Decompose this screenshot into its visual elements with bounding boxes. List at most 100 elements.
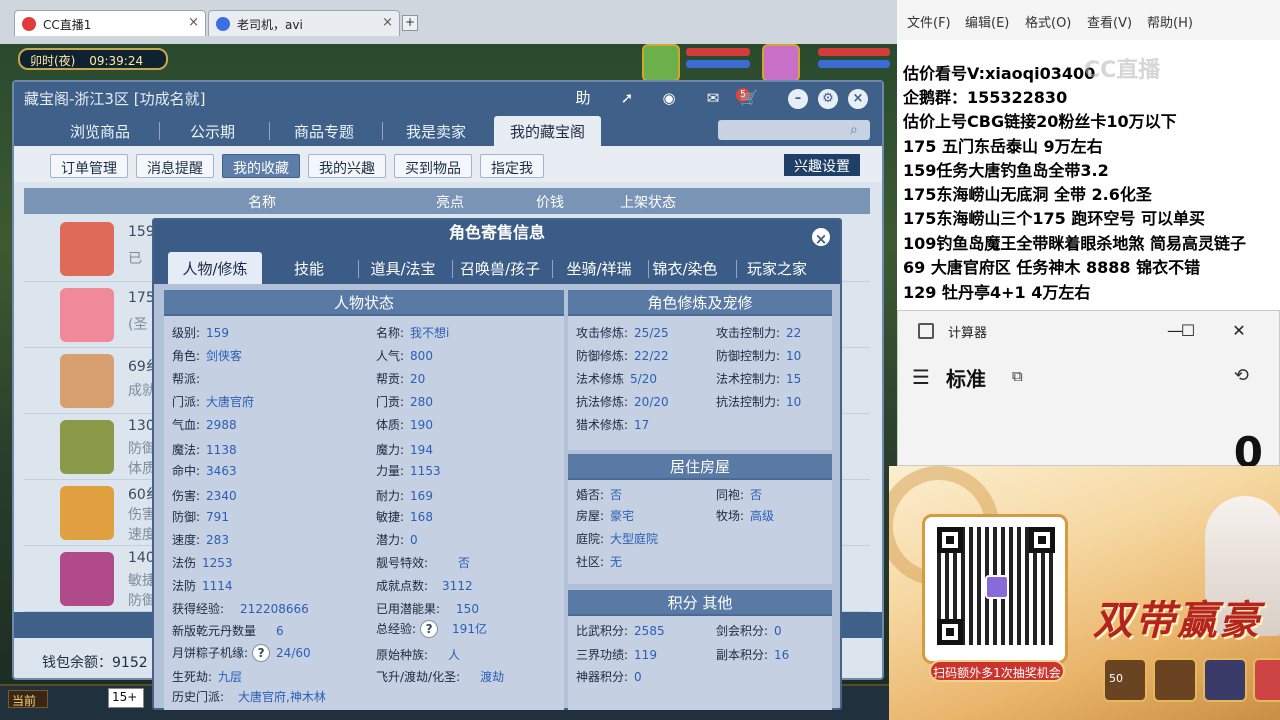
- notepad-line: 175东海崂山三个175 跑环空号 可以单买: [903, 209, 1205, 228]
- cult-defense: 防御修炼: 22/22: [576, 349, 669, 363]
- interest-settings-button[interactable]: 兴趣设置: [784, 154, 860, 176]
- tab-outfits[interactable]: 锦衣/染色: [638, 252, 732, 284]
- browser-tab-cc-live[interactable]: CC直播1 ×: [14, 10, 206, 36]
- close-icon[interactable]: ×: [848, 89, 868, 109]
- search-icon[interactable]: ⌕: [850, 122, 866, 138]
- tab-mounts[interactable]: 坐骑/祥瑞: [552, 252, 646, 284]
- cbg-search-input[interactable]: ⌕: [718, 120, 870, 140]
- stat-hp: 气血: 2988: [172, 418, 237, 432]
- stat-exp: 获得经验: 212208666: [172, 602, 309, 616]
- nav-topics[interactable]: 商品专题: [278, 116, 370, 146]
- menu-view[interactable]: 查看(V): [1087, 12, 1132, 31]
- share-icon[interactable]: ➚: [614, 86, 640, 110]
- item-line2: 已: [128, 251, 142, 267]
- panel-title: 积分 其他: [568, 590, 832, 616]
- character-avatar: [60, 354, 114, 408]
- tab-items[interactable]: 道具/法宝: [356, 252, 450, 284]
- character-avatar: [60, 288, 114, 342]
- menu-edit[interactable]: 编辑(E): [965, 12, 1009, 31]
- close-tab-icon[interactable]: ×: [188, 15, 199, 30]
- nav-seller[interactable]: 我是卖家: [390, 116, 482, 146]
- nav-public[interactable]: 公示期: [174, 116, 251, 146]
- nav-divider: [382, 122, 383, 140]
- settings-gear-icon[interactable]: ⚙: [818, 89, 838, 109]
- tab-summons[interactable]: 召唤兽/孩子: [450, 252, 550, 284]
- help-icon[interactable]: ?: [420, 620, 439, 638]
- help-button[interactable]: 助: [570, 86, 596, 110]
- close-icon[interactable]: ×: [810, 226, 832, 248]
- menu-help[interactable]: 帮助(H): [1147, 12, 1193, 31]
- points-dungeon: 副本积分: 16: [716, 648, 790, 662]
- subtab-messages[interactable]: 消息提醒: [136, 154, 214, 178]
- keep-on-top-icon[interactable]: ⧉: [1012, 367, 1023, 385]
- player-mp-bar: [818, 60, 890, 68]
- minimize-icon[interactable]: –: [788, 89, 808, 109]
- stat-mp: 魔法: 1138: [172, 443, 237, 457]
- prize-phone-thumbnail: [1203, 658, 1247, 702]
- stat-constitution: 体质: 190: [376, 418, 433, 432]
- calculator-app-name: 计算器: [948, 326, 988, 341]
- cbg-subtabs: 订单管理 消息提醒 我的收藏 我的兴趣 买到物品 指定我 兴趣设置: [14, 146, 882, 182]
- browser-tab-label: 老司机，avi: [237, 18, 303, 32]
- ad-cta-text[interactable]: 扫码额外多1次抽奖机会: [929, 660, 1065, 682]
- history-icon[interactable]: ⟲: [1234, 365, 1249, 386]
- close-icon[interactable]: ✕: [1224, 319, 1254, 343]
- player-avatar[interactable]: [762, 44, 800, 82]
- clock-time: 09:39:24: [89, 54, 144, 68]
- chat-input[interactable]: 15+: [108, 688, 144, 708]
- notepad-line: 估价看号V:xiaoqi03400: [903, 64, 1096, 83]
- points-sword: 剑会积分: 0: [716, 624, 782, 638]
- subtab-favorites[interactable]: 我的收藏: [222, 154, 300, 178]
- subtab-bought[interactable]: 买到物品: [394, 154, 472, 178]
- new-tab-button[interactable]: +: [402, 15, 418, 31]
- cbg-title-bar: 藏宝阁-浙江3区 [功成名就] 助 ➚ ◉ ✉ 5 🛒 – ⚙ ×: [14, 82, 882, 114]
- stat-ascend: 飞升/渡劫/化圣: 渡劫: [376, 670, 505, 684]
- message-icon[interactable]: ✉: [700, 86, 726, 110]
- close-tab-icon[interactable]: ×: [382, 15, 393, 30]
- calculator-icon: [918, 323, 934, 339]
- menu-file[interactable]: 文件(F): [907, 12, 951, 31]
- cult-magic: 法术修炼 5/20: [576, 372, 657, 386]
- stat-strength: 力量: 1153: [376, 464, 441, 478]
- subtab-interests[interactable]: 我的兴趣: [308, 154, 386, 178]
- cult-attack: 攻击修炼: 25/25: [576, 326, 669, 340]
- maximize-icon[interactable]: ☐: [1173, 319, 1203, 343]
- notepad-line: 159任务大唐钓鱼岛全带3.2: [903, 161, 1109, 180]
- nav-my-cbg[interactable]: 我的藏宝阁: [494, 116, 602, 146]
- nav-divider: [159, 122, 160, 140]
- qr-finder-pattern: [937, 527, 963, 553]
- house-community: 社区: 无: [576, 555, 623, 569]
- hamburger-menu-icon[interactable]: ☰: [912, 365, 930, 389]
- cult-hunting: 猎术修炼: 17: [576, 418, 650, 432]
- prize-value: 50: [1109, 672, 1123, 685]
- stat-name: 名称: 我不想i: [376, 326, 450, 340]
- subtab-orders[interactable]: 订单管理: [50, 154, 128, 178]
- help-icon[interactable]: ?: [252, 644, 271, 662]
- record-icon[interactable]: ◉: [656, 86, 682, 110]
- stat-potential: 潜力: 0: [376, 533, 418, 547]
- stat-endurance: 耐力: 169: [376, 489, 433, 503]
- tab-character[interactable]: 人物/修炼: [168, 252, 262, 284]
- cart-icon[interactable]: 🛒: [736, 86, 762, 110]
- tab-home[interactable]: 玩家之家: [730, 252, 824, 284]
- cc-live-favicon-icon: [22, 17, 36, 31]
- browser-tab-video[interactable]: 老司机，avi ×: [208, 10, 400, 36]
- panel-title: 居住房屋: [568, 454, 832, 480]
- nav-browse[interactable]: 浏览商品: [54, 116, 146, 146]
- menu-format[interactable]: 格式(O): [1025, 12, 1071, 31]
- pet-avatar[interactable]: [642, 44, 680, 82]
- prize-thumbnail: 50: [1103, 658, 1147, 702]
- stat-total-exp: 总经验:? 191亿: [376, 620, 487, 638]
- browser-tab-label: CC直播1: [43, 18, 92, 32]
- notepad-menu-bar: 文件(F) 编辑(E) 格式(O) 查看(V) 帮助(H): [897, 0, 1280, 40]
- subtab-designated[interactable]: 指定我: [480, 154, 544, 178]
- panel-title: 人物状态: [164, 290, 564, 316]
- item-line1: 130: [128, 418, 155, 434]
- stat-speed: 速度: 283: [172, 533, 229, 547]
- qr-finder-pattern: [937, 619, 963, 645]
- item-line1: 159: [128, 224, 155, 240]
- cbg-title: 藏宝阁-浙江3区 [功成名就]: [24, 90, 206, 108]
- tab-skills[interactable]: 技能: [262, 252, 356, 284]
- channel-current-button[interactable]: 当前: [8, 690, 48, 708]
- ad-banner[interactable]: 扫码额外多1次抽奖机会 双带赢豪 50: [889, 466, 1280, 720]
